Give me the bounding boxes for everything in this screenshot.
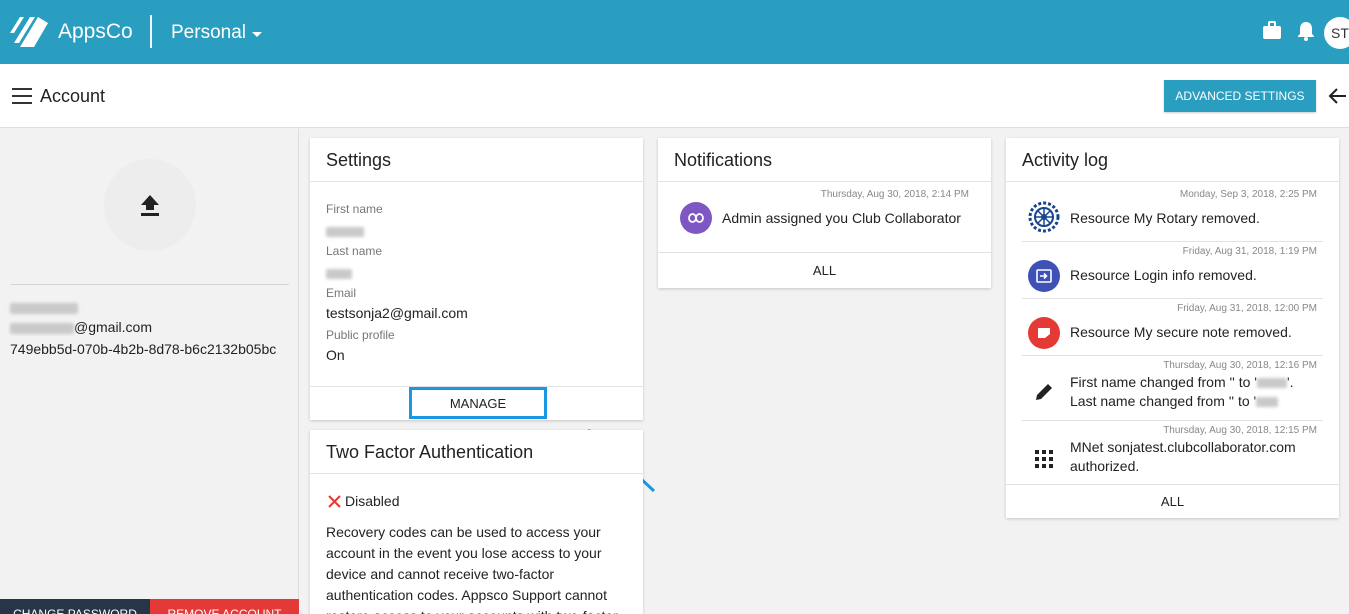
activity-line-2: authorized. (1070, 458, 1140, 474)
public-profile-value: On (326, 347, 345, 363)
last-name-value-redacted (326, 265, 352, 283)
profile-name-redacted (10, 299, 78, 315)
workspace-label: Personal (171, 22, 246, 43)
brand-name[interactable]: AppsCo (58, 20, 133, 44)
first-name-value-redacted (326, 223, 364, 241)
card-title: Activity log (1006, 138, 1339, 182)
upload-icon (141, 195, 159, 216)
link-icon (680, 202, 712, 234)
caret-down-icon (252, 32, 262, 37)
activity-time: Thursday, Aug 30, 2018, 12:15 PM (1163, 425, 1317, 436)
card-title: Two Factor Authentication (310, 430, 643, 474)
profile-email: @gmail.com (10, 319, 152, 335)
activity-time: Monday, Sep 3, 2018, 2:25 PM (1179, 189, 1317, 200)
workspace-selector[interactable]: Personal (171, 22, 262, 44)
two-factor-card: Two Factor Authentication Disabled Recov… (310, 430, 643, 614)
activity-item[interactable]: Thursday, Aug 30, 2018, 12:15 PM MNet so… (1022, 421, 1323, 484)
pencil-icon (1036, 384, 1052, 400)
activity-text: Resource Login info removed. (1070, 267, 1257, 283)
card-title: Settings (310, 138, 643, 182)
avatar[interactable]: ST (1324, 17, 1349, 49)
activity-time: Friday, Aug 31, 2018, 12:00 PM (1177, 303, 1317, 314)
activity-item[interactable]: Monday, Sep 3, 2018, 2:25 PM Resource My… (1022, 182, 1323, 242)
close-icon (328, 494, 341, 508)
two-factor-status: Disabled (328, 493, 399, 509)
notification-text[interactable]: Admin assigned you Club Collaborator (722, 210, 961, 226)
activity-log-card: Activity log Monday, Sep 3, 2018, 2:25 P… (1006, 138, 1339, 518)
activity-text: Resource My secure note removed. (1070, 324, 1292, 340)
status-text: Disabled (345, 493, 400, 509)
notifications-all-button[interactable]: ALL (658, 252, 991, 288)
note-icon (1028, 317, 1060, 349)
bell-icon[interactable] (1297, 21, 1315, 41)
activity-time: Friday, Aug 31, 2018, 1:19 PM (1182, 246, 1317, 257)
profile-email-suffix: @gmail.com (74, 319, 153, 335)
activity-all-button[interactable]: ALL (1006, 484, 1339, 518)
activity-item[interactable]: Thursday, Aug 30, 2018, 12:16 PM First n… (1022, 356, 1323, 421)
arrow-back-icon[interactable] (1328, 86, 1348, 106)
briefcase-icon[interactable] (1262, 21, 1282, 41)
remove-account-button[interactable]: REMOVE ACCOUNT (150, 599, 299, 614)
advanced-settings-button[interactable]: ADVANCED SETTINGS (1164, 80, 1316, 112)
manage-button[interactable]: MANAGE (409, 387, 547, 419)
settings-card: Settings First name Last name Email test… (310, 138, 643, 420)
menu-icon[interactable] (12, 88, 32, 104)
activity-line-2: Last name changed from '' to ' (1070, 393, 1257, 409)
activity-text: Resource My Rotary removed. (1070, 210, 1260, 226)
activity-text: MNet sonjatest.clubcollaborator.com auth… (1070, 438, 1296, 476)
activity-item[interactable]: Friday, Aug 31, 2018, 1:19 PM Resource L… (1022, 242, 1323, 299)
apps-grid-icon (1035, 450, 1053, 468)
avatar-upload[interactable] (104, 159, 196, 251)
notifications-card: Notifications Thursday, Aug 30, 2018, 2:… (658, 138, 991, 288)
change-password-button[interactable]: CHANGE PASSWORD (0, 599, 150, 614)
activity-text: First name changed from '' to ' '. Last n… (1070, 374, 1294, 409)
page-title: Account (40, 86, 106, 106)
divider (10, 284, 289, 285)
divider (150, 15, 152, 48)
activity-item[interactable]: Friday, Aug 31, 2018, 12:00 PM Resource … (1022, 299, 1323, 356)
first-name-label: First name (326, 202, 383, 216)
top-app-bar: AppsCo Personal ST (0, 0, 1349, 64)
public-profile-label: Public profile (326, 328, 395, 342)
last-name-label: Last name (326, 244, 383, 258)
appsco-logo-icon (10, 17, 48, 47)
card-title: Notifications (658, 138, 991, 182)
email-value: testsonja2@gmail.com (326, 305, 468, 321)
login-icon (1028, 260, 1060, 292)
notification-time: Thursday, Aug 30, 2018, 2:14 PM (820, 189, 969, 200)
activity-line-1: MNet sonjatest.clubcollaborator.com (1070, 439, 1296, 455)
two-factor-description: Recovery codes can be used to access you… (326, 524, 618, 614)
rotary-wheel-icon (1028, 201, 1060, 233)
email-label: Email (326, 286, 357, 300)
activity-line-1: First name changed from '' to ' (1070, 374, 1257, 390)
profile-panel: @gmail.com 749ebb5d-070b-4b2b-8d78-b6c21… (0, 129, 299, 614)
profile-id: 749ebb5d-070b-4b2b-8d78-b6c2132b05bc (10, 341, 277, 357)
activity-time: Thursday, Aug 30, 2018, 12:16 PM (1163, 360, 1317, 371)
page-header: Account ADVANCED SETTINGS (0, 64, 1349, 128)
